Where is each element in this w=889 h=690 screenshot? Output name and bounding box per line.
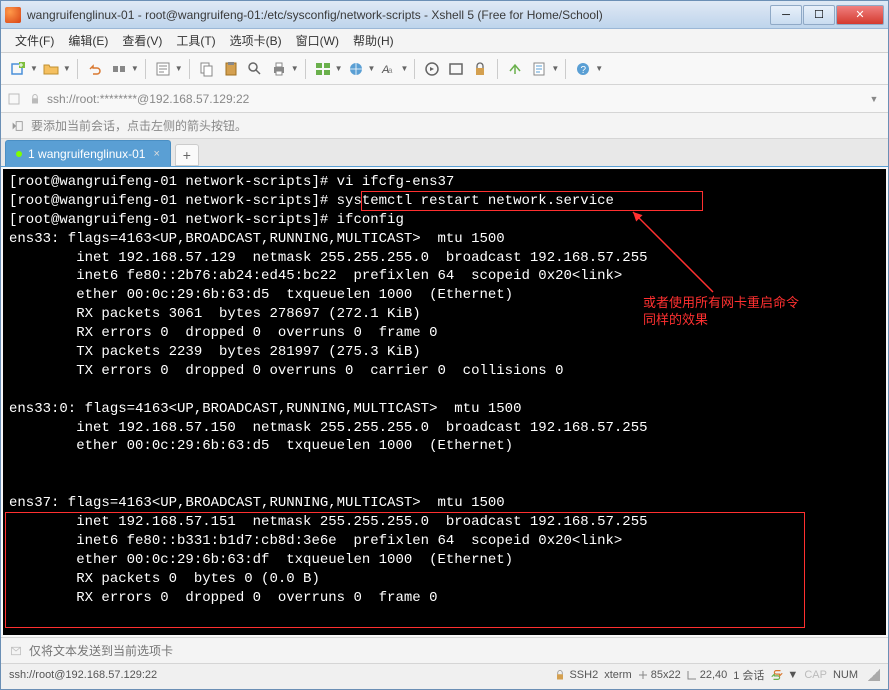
menu-tabs[interactable]: 选项卡(B): [224, 30, 288, 51]
annotation-text-1: 或者使用所有网卡重启命令: [643, 295, 799, 312]
properties-icon: [152, 58, 174, 80]
annotation-arrow-icon: [623, 207, 723, 297]
tab-session[interactable]: 1 wangruifenglinux-01 ×: [5, 140, 171, 166]
layout-icon: [312, 58, 334, 80]
font-button[interactable]: Aa ▼: [377, 58, 408, 80]
new-session-button[interactable]: ▼: [7, 58, 38, 80]
folder-icon: [40, 58, 62, 80]
open-button[interactable]: ▼: [40, 58, 71, 80]
layout-button[interactable]: ▼: [312, 58, 343, 80]
status-cap: CAP: [804, 669, 827, 681]
menu-file[interactable]: 文件(F): [9, 30, 60, 51]
tab-bar: 1 wangruifenglinux-01 × +: [1, 139, 888, 167]
annotation-box-ens37: [5, 512, 805, 628]
paste-icon[interactable]: [220, 58, 242, 80]
arrow-icon[interactable]: [9, 118, 25, 134]
resize-grip-icon[interactable]: [868, 669, 880, 681]
menu-tools[interactable]: 工具(T): [170, 30, 221, 51]
status-num: NUM: [833, 669, 858, 681]
log-button[interactable]: ▼: [528, 58, 559, 80]
svg-text:?: ?: [581, 65, 587, 76]
addr-dropdown-icon[interactable]: ▼: [866, 94, 882, 104]
cursor-icon: [687, 670, 697, 680]
menu-view[interactable]: 查看(V): [116, 30, 168, 51]
new-session-icon: [7, 58, 29, 80]
transfer-icon[interactable]: [504, 58, 526, 80]
print-icon: [268, 58, 290, 80]
help-icon: ?: [572, 58, 594, 80]
connected-dot-icon: [16, 151, 22, 157]
status-sessions: 1 会话: [733, 667, 764, 683]
send-bar: [1, 637, 888, 663]
search-icon[interactable]: [244, 58, 266, 80]
lock-icon: [27, 91, 43, 107]
properties-button[interactable]: ▼: [152, 58, 183, 80]
menu-edit[interactable]: 编辑(E): [62, 30, 114, 51]
fullscreen-icon[interactable]: [445, 58, 467, 80]
color-button[interactable]: ▼: [345, 58, 376, 80]
status-ssh: SSH2: [554, 669, 598, 681]
app-icon: [5, 7, 21, 23]
status-sync-icon[interactable]: ▼: [770, 669, 798, 681]
lock-icon[interactable]: [469, 58, 491, 80]
menubar: 文件(F) 编辑(E) 查看(V) 工具(T) 选项卡(B) 窗口(W) 帮助(…: [1, 29, 888, 53]
status-connection: ssh://root@192.168.57.129:22: [9, 669, 157, 681]
addressbar: ssh://root:********@192.168.57.129:22 ▼: [1, 85, 888, 113]
status-cursor: 22,40: [687, 669, 728, 681]
script-icon[interactable]: [421, 58, 443, 80]
reconnect-icon[interactable]: [84, 58, 106, 80]
log-icon: [528, 58, 550, 80]
resize-icon: [638, 670, 648, 680]
maximize-button[interactable]: ☐: [803, 5, 835, 25]
menu-help[interactable]: 帮助(H): [347, 30, 400, 51]
menu-window[interactable]: 窗口(W): [290, 30, 345, 51]
svg-text:a: a: [388, 66, 393, 75]
info-text: 要添加当前会话，点击左侧的箭头按钮。: [31, 117, 247, 134]
annotation-text-2: 同样的效果: [643, 312, 708, 329]
addr-new-icon[interactable]: [7, 91, 23, 107]
globe-icon: [345, 58, 367, 80]
info-bar: 要添加当前会话，点击左侧的箭头按钮。: [1, 113, 888, 139]
disconnect-button[interactable]: ▼: [108, 58, 139, 80]
window-title: wangruifenglinux-01 - root@wangruifeng-0…: [27, 8, 769, 22]
window-controls: ─ ☐ ✕: [769, 5, 884, 25]
terminal[interactable]: [root@wangruifeng-01 network-scripts]# v…: [1, 167, 888, 637]
copy-icon[interactable]: [196, 58, 218, 80]
tab-add-button[interactable]: +: [175, 144, 199, 166]
send-input[interactable]: [29, 644, 880, 658]
ssh-icon: [554, 669, 566, 681]
annotation-box-cmd: [361, 191, 703, 211]
disconnect-icon: [108, 58, 130, 80]
help-button[interactable]: ? ▼: [572, 58, 603, 80]
print-button[interactable]: ▼: [268, 58, 299, 80]
address-text[interactable]: ssh://root:********@192.168.57.129:22: [47, 92, 866, 106]
tab-index: 1: [28, 147, 35, 161]
statusbar: ssh://root@192.168.57.129:22 SSH2 xterm …: [1, 663, 888, 685]
tab-label: wangruifenglinux-01: [38, 147, 145, 161]
tab-close-icon[interactable]: ×: [153, 148, 159, 160]
send-icon[interactable]: [9, 644, 23, 658]
window-titlebar: wangruifenglinux-01 - root@wangruifeng-0…: [1, 1, 888, 29]
toolbar: ▼ ▼ ▼ ▼ ▼ ▼ ▼ Aa ▼ ▼ ?: [1, 53, 888, 85]
close-button[interactable]: ✕: [836, 5, 884, 25]
status-size: 85x22: [638, 669, 681, 681]
font-icon: Aa: [377, 58, 399, 80]
status-term: xterm: [604, 669, 632, 681]
minimize-button[interactable]: ─: [770, 5, 802, 25]
